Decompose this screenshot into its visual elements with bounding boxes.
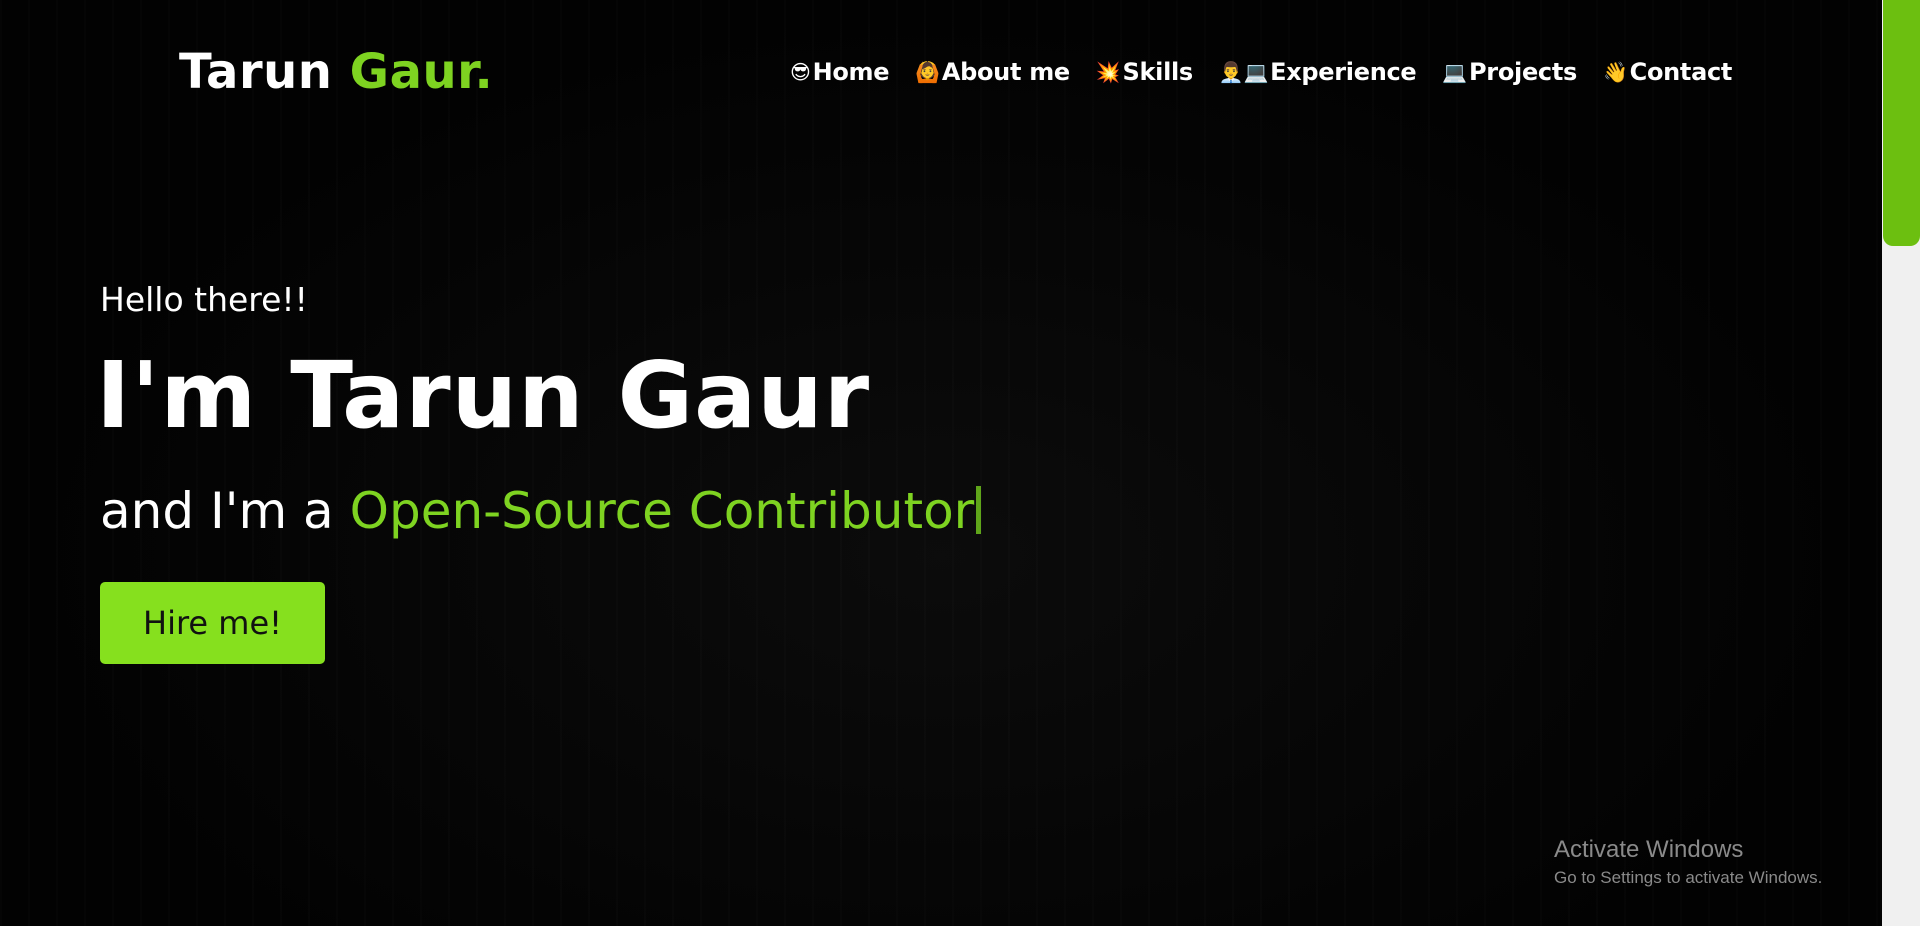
sunglasses-face-icon: 😎 (790, 60, 811, 84)
nav-item-contact[interactable]: 👋 Contact (1603, 58, 1732, 86)
logo-name: Tarun (179, 44, 350, 100)
subtitle-prefix: and I'm a (100, 482, 350, 540)
hero-title: I'm Tarun Gaur (96, 342, 871, 449)
nav-item-about[interactable]: 🙆 About me (915, 58, 1070, 86)
nav-label-projects: Projects (1469, 58, 1578, 86)
nav-label-skills: Skills (1122, 58, 1194, 86)
windows-activation-watermark: Activate Windows Go to Settings to activ… (1554, 836, 1822, 888)
typed-role: Open-Source Contributor (349, 482, 975, 540)
watermark-subtitle: Go to Settings to activate Windows. (1554, 868, 1823, 887)
hire-me-button[interactable]: Hire me! (100, 582, 325, 664)
nav-item-home[interactable]: 😎 Home (790, 58, 890, 86)
hero-subtitle: and I'm a Open-Source Contributor (100, 482, 982, 540)
typing-cursor (976, 486, 982, 534)
scrollbar-thumb[interactable] (1883, 0, 1920, 246)
office-worker-laptop-icon: 👨‍💼💻 (1218, 60, 1269, 84)
nav-label-contact: Contact (1629, 58, 1733, 86)
laptop-icon: 💻 (1442, 60, 1468, 84)
nav-label-about: About me (941, 58, 1070, 86)
person-gesture-icon: 🙆 (915, 60, 940, 84)
nav-label-experience: Experience (1270, 58, 1417, 86)
portfolio-page: Tarun Gaur. 😎 Home 🙆 About me 💥 Skills 👨… (0, 0, 1920, 926)
nav-item-skills[interactable]: 💥 Skills (1096, 58, 1193, 86)
site-logo[interactable]: Tarun Gaur. (179, 44, 493, 100)
background-pattern (0, 0, 1882, 926)
nav-item-experience[interactable]: 👨‍💼💻 Experience (1218, 58, 1417, 86)
nav-label-home: Home (812, 58, 890, 86)
collision-icon: 💥 (1095, 60, 1121, 84)
watermark-title: Activate Windows (1554, 836, 1744, 863)
nav-item-projects[interactable]: 💻 Projects (1442, 58, 1577, 86)
logo-accent: Gaur. (349, 44, 494, 100)
hero-greeting: Hello there!! (100, 280, 308, 319)
waving-hand-icon: 👋 (1603, 60, 1628, 84)
main-nav: 😎 Home 🙆 About me 💥 Skills 👨‍💼💻 Experien… (790, 58, 1732, 86)
